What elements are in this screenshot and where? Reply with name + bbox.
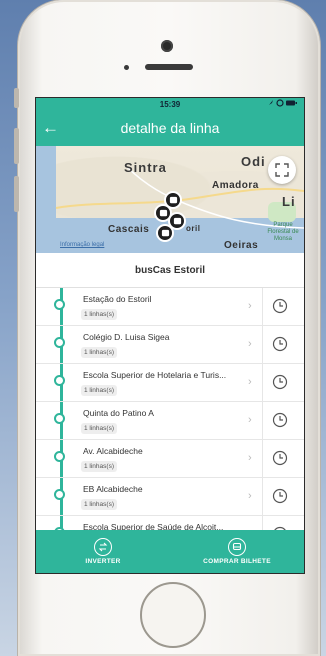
app-screen: 15:39 ← detalhe da linha Sintra Odi Amad… <box>36 98 304 573</box>
lines-badge: 1 linhas(s) <box>81 499 117 510</box>
lines-badge: 1 linhas(s) <box>81 385 117 396</box>
divider <box>262 440 263 477</box>
chevron-right-icon[interactable]: › <box>248 490 252 502</box>
arrow-left-icon[interactable]: ← <box>42 118 59 138</box>
nav-bar: ← detalhe da linha <box>36 110 304 146</box>
map-label-oril: oril <box>186 224 201 233</box>
stop-item[interactable]: Estação do Estoril 1 linhas(s) › <box>36 288 304 326</box>
stop-dot <box>54 375 65 386</box>
bus-icon <box>173 217 181 224</box>
stop-dot <box>54 299 65 310</box>
lines-badge: 1 linhas(s) <box>81 461 117 472</box>
route-map[interactable]: Sintra Odi Amadora Li Cascais oril Oeira… <box>36 146 304 253</box>
mute-switch <box>14 88 19 108</box>
chevron-right-icon[interactable]: › <box>248 376 252 388</box>
stop-item[interactable]: Av. Alcabideche 1 linhas(s) › <box>36 440 304 478</box>
bus-stop-pin[interactable] <box>156 224 174 242</box>
stop-list: Estação do Estoril 1 linhas(s) › Colégio… <box>36 288 304 531</box>
clock-icon[interactable] <box>272 450 288 466</box>
clock-icon[interactable] <box>272 374 288 390</box>
stop-item[interactable]: Colégio D. Luisa Sigea 1 linhas(s) › <box>36 326 304 364</box>
clock-icon[interactable] <box>272 412 288 428</box>
stop-dot <box>54 413 65 424</box>
map-label-parque: Parque Florestal de Monsa <box>267 222 299 242</box>
stop-item[interactable]: EB Alcabideche 1 linhas(s) › <box>36 478 304 516</box>
bus-icon <box>161 229 169 236</box>
stop-item[interactable]: Escola Superior de Saúde de Alcoit... › <box>36 516 304 531</box>
map-label-cascais: Cascais <box>108 224 150 235</box>
clock-icon[interactable] <box>272 298 288 314</box>
location-arrow-icon <box>269 100 273 105</box>
divider <box>262 402 263 439</box>
stop-name: Estação do Estoril <box>83 294 152 304</box>
chevron-right-icon[interactable]: › <box>248 414 252 426</box>
volume-down-button <box>14 176 19 212</box>
expand-icon[interactable] <box>268 156 296 184</box>
stop-item[interactable]: Quinta do Patino A 1 linhas(s) › <box>36 402 304 440</box>
status-icons <box>268 99 298 109</box>
chevron-right-icon[interactable]: › <box>248 300 252 312</box>
legal-info-link[interactable]: Informação legal <box>60 242 104 248</box>
stop-dot <box>54 337 65 348</box>
map-label-li: Li <box>282 194 296 209</box>
earpiece-speaker <box>145 64 193 70</box>
bus-icon <box>169 196 177 203</box>
invert-button[interactable]: INVERTER <box>36 530 170 573</box>
status-bar: 15:39 <box>36 98 304 110</box>
stop-dot <box>54 451 65 462</box>
clock-icon[interactable] <box>272 336 288 352</box>
divider <box>262 326 263 363</box>
stop-name: Colégio D. Luisa Sigea <box>83 332 170 342</box>
map-label-amadora: Amadora <box>212 180 259 191</box>
page-title: detalhe da linha <box>120 120 220 136</box>
map-label-sintra: Sintra <box>124 160 167 175</box>
buy-ticket-button[interactable]: COMPRAR BILHETE <box>170 530 304 573</box>
clock-icon[interactable] <box>272 488 288 504</box>
home-button[interactable] <box>140 582 206 648</box>
lines-badge: 1 linhas(s) <box>81 423 117 434</box>
map-label-oeiras: Oeiras <box>224 240 259 251</box>
front-camera <box>161 40 173 52</box>
bus-ticket-icon <box>228 538 246 556</box>
map-label-odi: Odi <box>241 154 266 169</box>
stop-name: Escola Superior de Hotelaria e Turis... <box>83 370 227 380</box>
stop-name: EB Alcabideche <box>83 484 143 494</box>
divider <box>262 288 263 325</box>
swap-icon <box>94 538 112 556</box>
proximity-sensor <box>124 65 129 70</box>
chevron-right-icon[interactable]: › <box>248 452 252 464</box>
alarm-icon <box>276 99 284 107</box>
stop-item[interactable]: Escola Superior de Hotelaria e Turis... … <box>36 364 304 402</box>
lines-badge: 1 linhas(s) <box>81 347 117 358</box>
battery-icon <box>286 100 295 106</box>
route-title: busCas Estoril <box>36 253 304 288</box>
buy-ticket-label: COMPRAR BILHETE <box>203 558 271 565</box>
volume-up-button <box>14 128 19 164</box>
divider <box>262 364 263 401</box>
chevron-right-icon[interactable]: › <box>248 338 252 350</box>
invert-label: INVERTER <box>85 558 121 565</box>
bottom-action-bar: INVERTER COMPRAR BILHETE <box>36 530 304 573</box>
status-time: 15:39 <box>159 99 181 109</box>
divider <box>262 516 263 531</box>
stop-dot <box>54 489 65 500</box>
status-icons-svg <box>269 99 297 107</box>
stop-name: Av. Alcabideche <box>83 446 143 456</box>
lines-badge: 1 linhas(s) <box>81 309 117 320</box>
divider <box>262 478 263 515</box>
bus-icon <box>159 209 167 216</box>
stop-name: Quinta do Patino A <box>83 408 154 418</box>
